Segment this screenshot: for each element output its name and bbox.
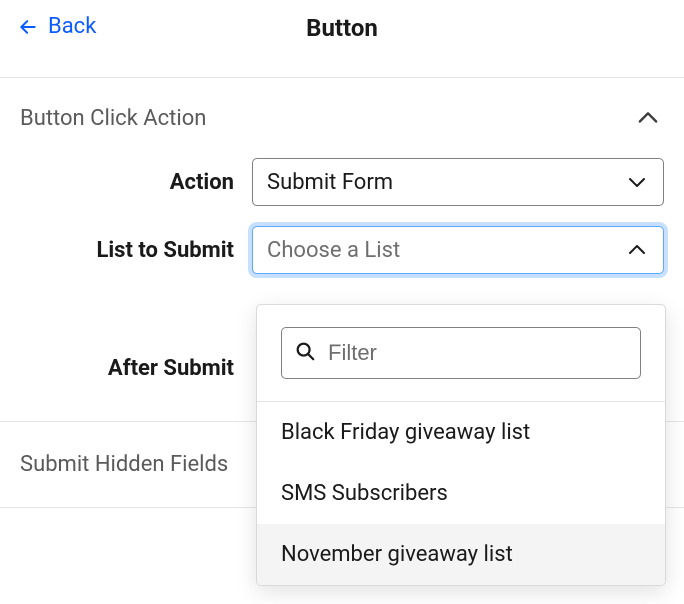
dropdown-search [281, 327, 641, 379]
chevron-up-icon [634, 104, 662, 132]
search-icon [294, 340, 316, 366]
list-item[interactable]: SMS Subscribers [257, 463, 665, 524]
field-label-list: List to Submit [20, 238, 252, 263]
field-label-action: Action [20, 170, 252, 195]
dropdown-list: Black Friday giveaway list SMS Subscribe… [257, 402, 665, 585]
section-title: Button Click Action [20, 106, 206, 131]
back-button[interactable]: Back [18, 14, 96, 39]
list-item[interactable]: November giveaway list [257, 524, 665, 585]
dropdown-search-wrap [257, 305, 665, 401]
list-dropdown: Black Friday giveaway list SMS Subscribe… [256, 304, 666, 586]
chevron-up-icon [625, 238, 649, 262]
filter-input[interactable] [328, 340, 628, 366]
field-label-after-submit: After Submit [20, 356, 252, 381]
section-header-click-action[interactable]: Button Click Action [0, 78, 684, 158]
back-label: Back [48, 14, 96, 39]
chevron-down-icon [625, 170, 649, 194]
header: Back Button [0, 0, 684, 78]
field-row-action: Action Submit Form [20, 158, 664, 206]
section-title: Submit Hidden Fields [20, 452, 228, 477]
field-row-list-to-submit: List to Submit Choose a List [20, 226, 664, 274]
list-to-submit-select[interactable]: Choose a List [252, 226, 664, 274]
list-select-placeholder: Choose a List [267, 238, 400, 263]
list-item[interactable]: Black Friday giveaway list [257, 402, 665, 463]
arrow-left-icon [18, 17, 38, 37]
action-select-value: Submit Form [267, 170, 393, 195]
page-title: Button [306, 14, 378, 42]
action-select[interactable]: Submit Form [252, 158, 664, 206]
